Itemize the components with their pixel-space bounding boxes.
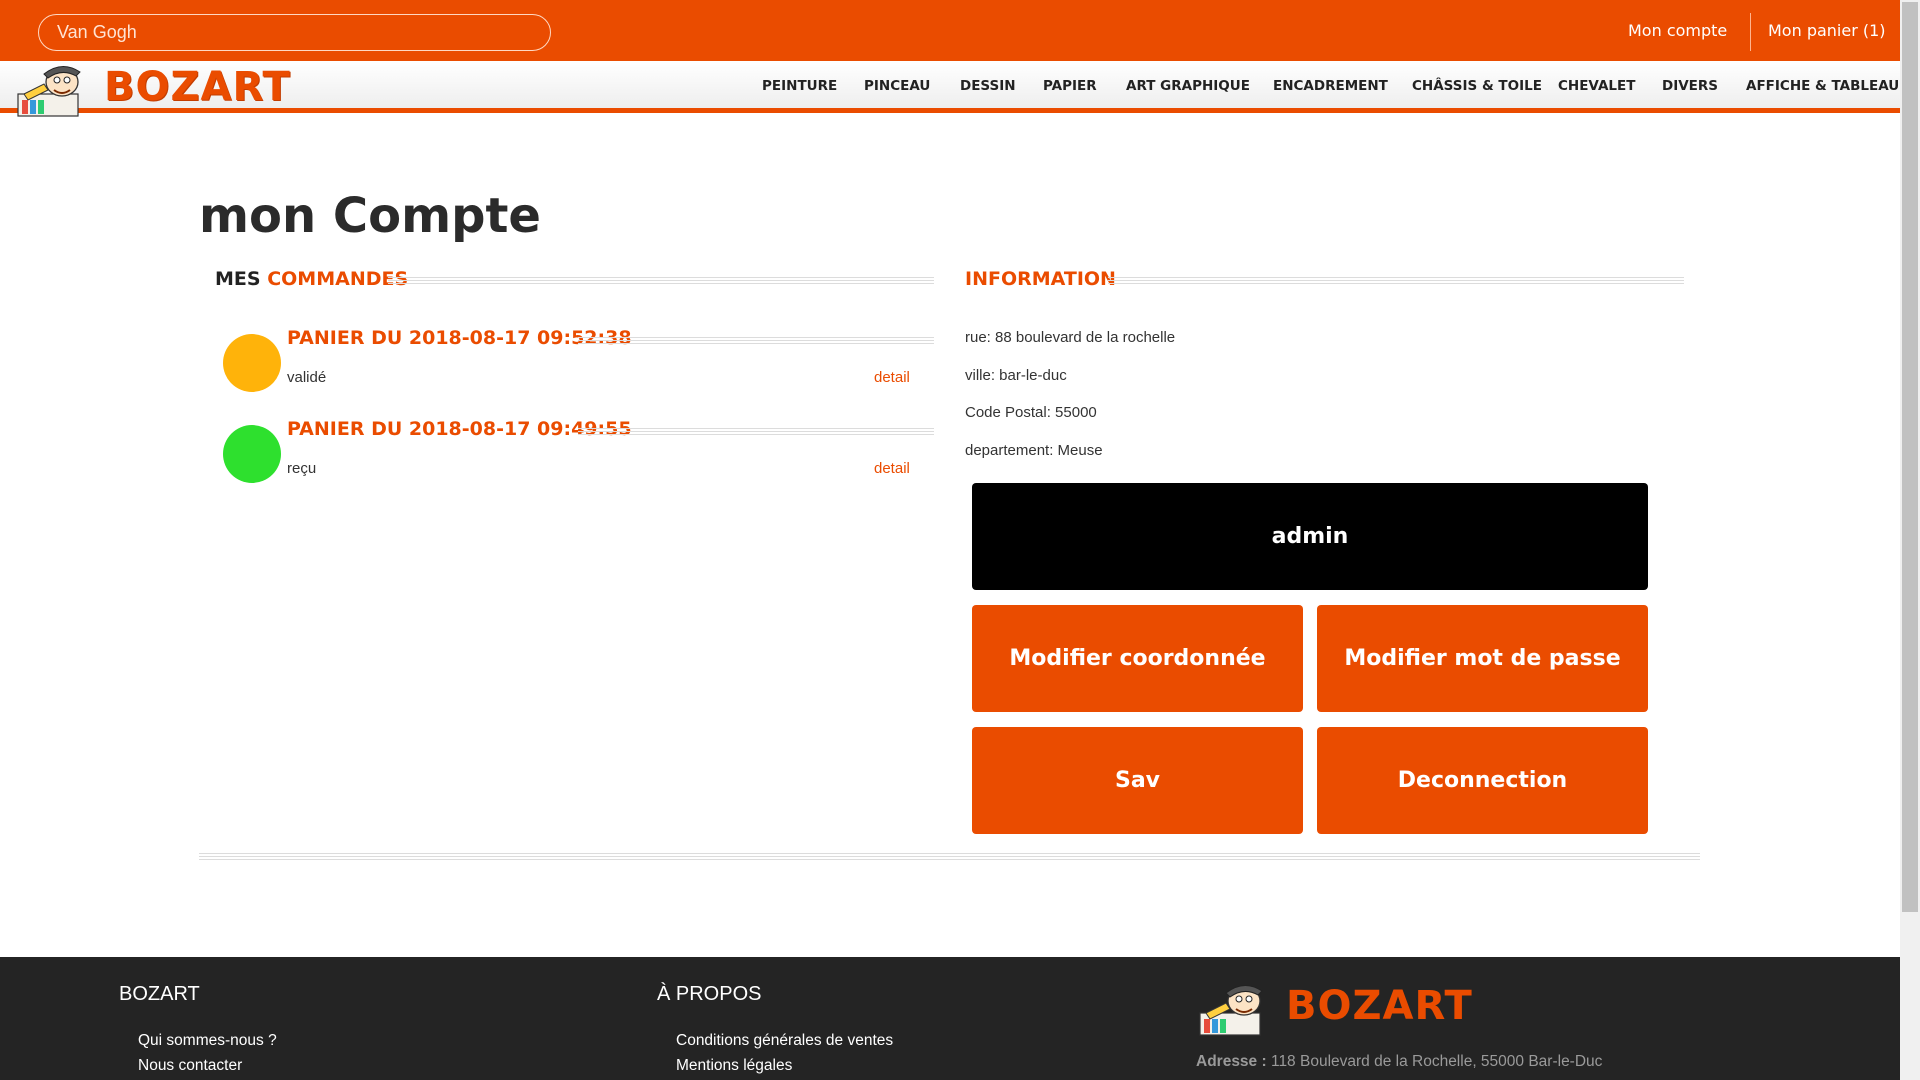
nav-affiche-tableau[interactable]: AFFICHE & TABLEAU <box>1746 78 1899 94</box>
order-detail-link[interactable]: detail <box>874 369 910 386</box>
main-nav: BOZART PEINTURE PINCEAU DESSIN PAPIER AR… <box>0 61 1900 117</box>
cart-label[interactable]: Mon panier (1) <box>1768 21 1886 40</box>
footer-link-terms[interactable]: Conditions générales de ventes <box>676 1032 893 1050</box>
orders-heading: MES COMMANDES <box>215 268 408 292</box>
nav-pinceau[interactable]: PINCEAU <box>864 78 930 94</box>
information-heading-text: INFORMATION <box>965 268 1116 290</box>
footer-link-contact[interactable]: Nous contacter <box>138 1057 242 1075</box>
footer-address: Adresse : 118 Boulevard de la Rochelle, … <box>1196 1053 1602 1071</box>
section-divider <box>199 851 1700 860</box>
nav-encadrement[interactable]: ENCADREMENT <box>1273 78 1388 94</box>
order-status-dot-received <box>223 425 281 483</box>
footer-link-legal[interactable]: Mentions légales <box>676 1057 792 1075</box>
information-heading-rule <box>1108 276 1684 284</box>
sav-button[interactable]: Sav <box>972 727 1303 834</box>
orders-heading-prefix: MES <box>215 268 261 290</box>
footer-link-about-us[interactable]: Qui sommes-nous ? <box>138 1032 277 1050</box>
info-postal-code: Code Postal: 55000 <box>965 404 1097 421</box>
top-divider <box>1750 13 1751 51</box>
nav-peinture[interactable]: PEINTURE <box>762 78 837 94</box>
info-department: departement: Meuse <box>965 442 1103 459</box>
info-city: ville: bar-le-duc <box>965 367 1067 384</box>
footer-logo[interactable]: BOZART <box>1196 981 1476 1037</box>
orders-heading-rule <box>388 276 934 284</box>
footer-brand-heading: BOZART <box>119 983 200 1005</box>
order-title-rule <box>578 336 934 344</box>
edit-password-button[interactable]: Modifier mot de passe <box>1317 605 1648 712</box>
edit-details-button[interactable]: Modifier coordonnée <box>972 605 1303 712</box>
account-link[interactable]: Mon compte <box>1628 21 1727 40</box>
order-status-dot-pending <box>223 334 281 392</box>
bozart-logo[interactable]: BOZART <box>14 62 294 118</box>
nav-art-graphique[interactable]: ART GRAPHIQUE <box>1126 78 1250 94</box>
nav-chevalet[interactable]: CHEVALET <box>1558 78 1635 94</box>
logo-text: BOZART <box>104 64 291 110</box>
nav-divers[interactable]: DIVERS <box>1662 78 1718 94</box>
logout-button[interactable]: Deconnection <box>1317 727 1648 834</box>
order-status: validé <box>287 369 327 386</box>
order-title-rule <box>578 427 934 435</box>
footer-about-heading: À PROPOS <box>657 983 762 1005</box>
information-heading: INFORMATION <box>965 268 1116 292</box>
order-status: reçu <box>287 460 317 477</box>
admin-button[interactable]: admin <box>972 483 1648 590</box>
footer-address-value: 118 Boulevard de la Rochelle, 55000 Bar-… <box>1270 1053 1603 1070</box>
search-input[interactable] <box>38 14 551 51</box>
painter-mascot-icon <box>1199 985 1263 1036</box>
info-street: rue: 88 boulevard de la rochelle <box>965 329 1176 346</box>
nav-chassis-toile[interactable]: CHÂSSIS & TOILE <box>1412 78 1542 94</box>
order-detail-link[interactable]: detail <box>874 460 910 477</box>
footer-address-label: Adresse : <box>1196 1053 1267 1070</box>
page-scrollbar-thumb[interactable] <box>1902 2 1918 912</box>
nav-dessin[interactable]: DESSIN <box>960 78 1016 94</box>
footer: BOZART Qui sommes-nous ? Nous contacter … <box>0 957 1900 1080</box>
nav-papier[interactable]: PAPIER <box>1043 78 1097 94</box>
footer-logo-text: BOZART <box>1286 983 1473 1029</box>
page-title: mon Compte <box>199 188 541 244</box>
top-bar: Mon compte Mon panier (1) <box>0 0 1900 61</box>
orders-heading-main: COMMANDES <box>267 268 409 290</box>
painter-mascot-icon <box>17 66 81 117</box>
